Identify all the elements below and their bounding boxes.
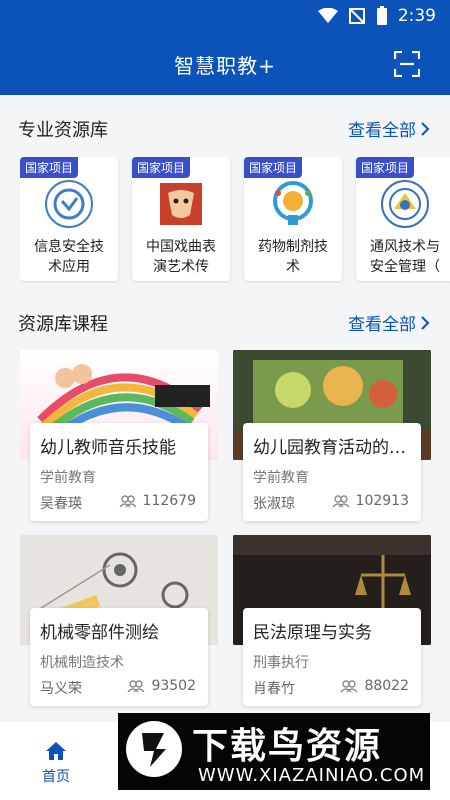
course-card[interactable]: 幼儿园教育活动的设… 学前教育 张淑琼 102913 <box>233 350 431 526</box>
home-icon <box>46 742 66 760</box>
chevron-right-icon <box>421 121 430 136</box>
view-count: 102913 <box>355 493 409 509</box>
view-count: 112679 <box>142 493 196 509</box>
school-logo-icon <box>381 180 429 228</box>
specialty-see-all-link[interactable]: 查看全部 <box>348 116 430 141</box>
specialty-card[interactable]: 国家项目 信息安全技术应用（信… <box>20 157 118 281</box>
national-project-badge: 国家项目 <box>20 157 79 178</box>
school-logo-icon <box>45 180 93 228</box>
view-count: 93502 <box>151 678 196 694</box>
course-category: 刑事执行 <box>253 655 309 671</box>
no-signal-icon <box>348 8 365 24</box>
course-category: 机械制造技术 <box>40 655 124 671</box>
course-teacher: 马义荣 <box>40 681 82 697</box>
specialty-name: 通风技术与安全管理（ <box>370 239 440 275</box>
course-card[interactable]: 机械零部件测绘 机械制造技术 马义荣 93502 <box>20 535 218 711</box>
courses-section-title: 资源库课程 <box>18 314 108 335</box>
course-info: 幼儿园教育活动的设… 学前教育 张淑琼 102913 <box>243 423 421 521</box>
course-views: 102913 <box>332 493 409 509</box>
course-info: 机械零部件测绘 机械制造技术 马义荣 93502 <box>30 608 208 706</box>
status-bar: 2:39 <box>317 6 436 26</box>
users-icon <box>340 680 358 693</box>
course-title: 幼儿教师音乐技能 <box>40 438 176 458</box>
course-title: 机械零部件测绘 <box>40 623 159 643</box>
specialty-name: 药物制剂技术 <box>258 239 328 275</box>
national-project-badge: 国家项目 <box>132 157 191 178</box>
course-title: 民法原理与实务 <box>253 623 372 643</box>
course-teacher: 吴春瑛 <box>40 496 82 512</box>
courses-see-all-link[interactable]: 查看全部 <box>348 310 430 335</box>
see-all-label: 查看全部 <box>348 315 416 335</box>
tab-home-label: 首页 <box>42 769 70 785</box>
specialty-section-title: 专业资源库 <box>18 120 108 141</box>
bird-logo-icon <box>126 721 182 777</box>
users-icon <box>127 680 145 693</box>
page-title: 智慧职教+ <box>174 54 276 78</box>
course-views: 112679 <box>119 493 196 509</box>
specialty-list: 国家项目 信息安全技术应用（信… 国家项目 中国戏曲表演艺术传承… 国家项目 药… <box>20 157 450 283</box>
opera-logo-icon <box>160 183 202 225</box>
watermark-text: 下载鸟资源 <box>192 726 383 767</box>
course-card[interactable]: 幼儿教师音乐技能 学前教育 吴春瑛 112679 <box>20 350 218 526</box>
watermark-url: WWW.XIAZAINIAO.COM <box>198 765 426 786</box>
scan-icon[interactable] <box>394 51 420 77</box>
course-info: 幼儿教师音乐技能 学前教育 吴春瑛 112679 <box>30 423 208 521</box>
specialty-card[interactable]: 国家项目 通风技术与安全管理（ <box>356 157 450 281</box>
specialty-name: 中国戏曲表演艺术传承… <box>146 239 216 275</box>
pharmacy-logo-icon <box>273 181 313 225</box>
app-header: 2:39 智慧职教+ <box>0 0 450 95</box>
course-teacher: 张淑琼 <box>253 496 295 512</box>
tab-home[interactable]: 首页 <box>36 740 76 786</box>
course-views: 93502 <box>127 678 196 694</box>
view-count: 88022 <box>364 678 409 694</box>
specialty-card[interactable]: 国家项目 药物制剂技术 <box>244 157 342 281</box>
specialty-card[interactable]: 国家项目 中国戏曲表演艺术传承… <box>132 157 230 281</box>
users-icon <box>119 495 137 508</box>
course-teacher: 肖春竹 <box>253 681 295 697</box>
course-views: 88022 <box>340 678 409 694</box>
chevron-right-icon <box>421 315 430 330</box>
watermark-banner: 下载鸟资源 WWW.XIAZAINIAO.COM <box>118 713 430 790</box>
national-project-badge: 国家项目 <box>244 157 303 178</box>
course-category: 学前教育 <box>253 470 309 486</box>
course-info: 民法原理与实务 刑事执行 肖春竹 88022 <box>243 608 421 706</box>
users-icon <box>332 495 350 508</box>
course-category: 学前教育 <box>40 470 96 486</box>
battery-icon <box>376 6 387 25</box>
status-time: 2:39 <box>397 6 436 26</box>
course-title: 幼儿园教育活动的设… <box>253 438 415 458</box>
course-card[interactable]: 民法原理与实务 刑事执行 肖春竹 88022 <box>233 535 431 711</box>
wifi-icon <box>317 8 338 23</box>
see-all-label: 查看全部 <box>348 121 416 141</box>
national-project-badge: 国家项目 <box>356 157 415 178</box>
specialty-name: 信息安全技术应用（信… <box>34 239 104 275</box>
